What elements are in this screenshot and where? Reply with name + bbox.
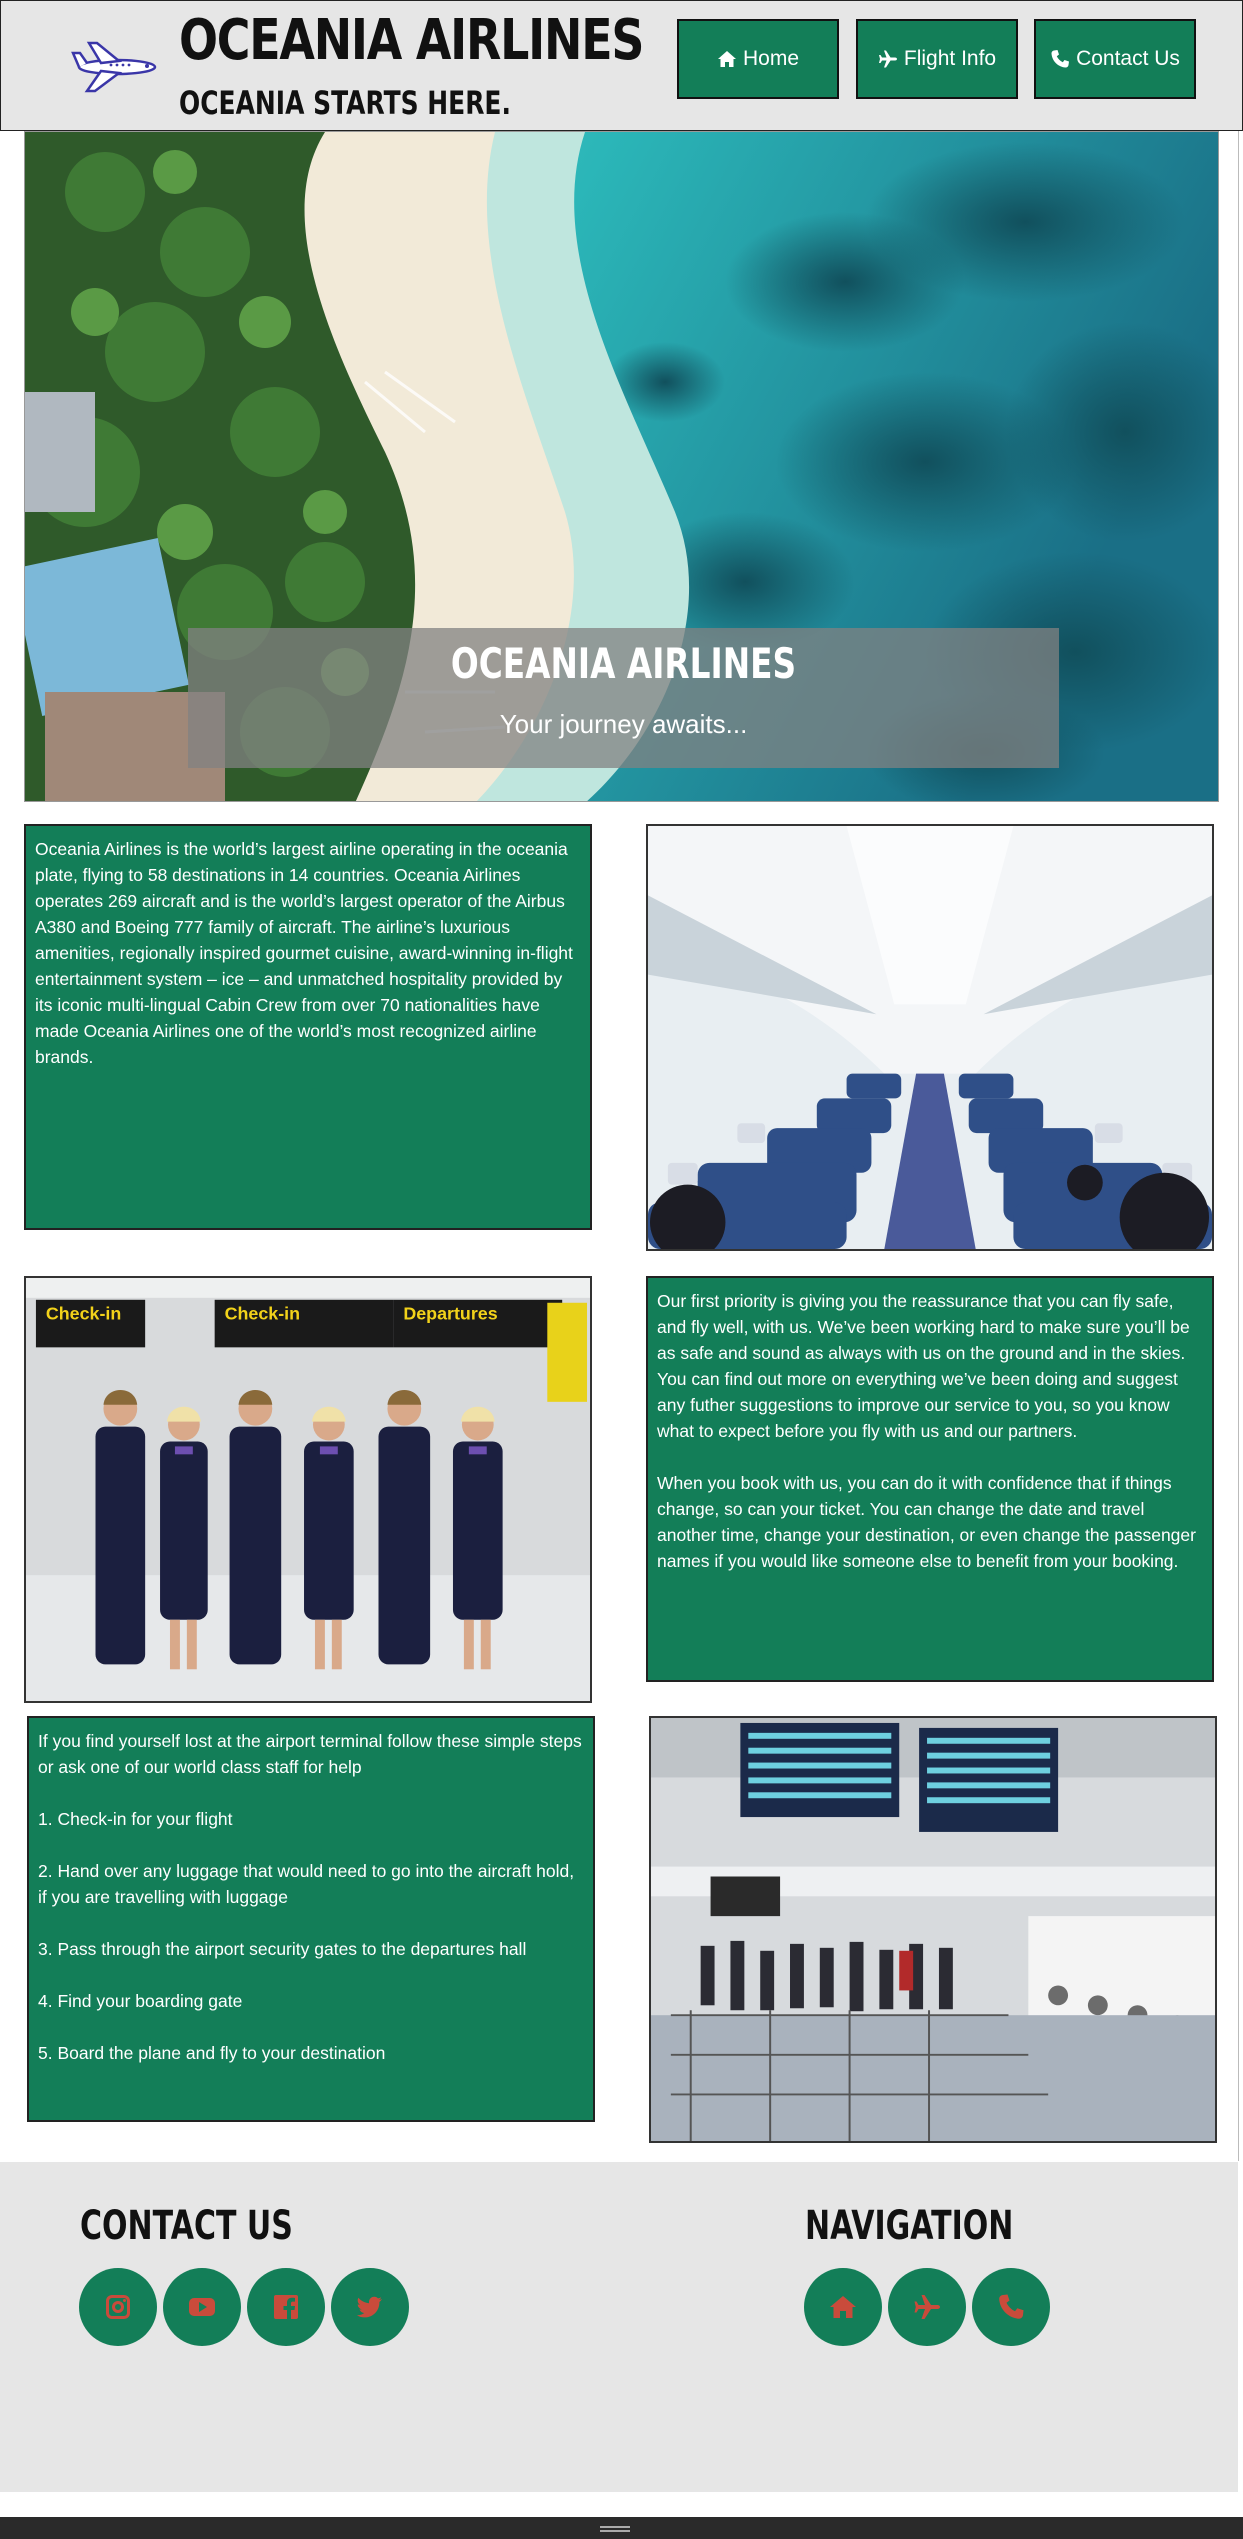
page-divider [1238, 131, 1239, 2161]
hero-subtitle: Your journey awaits... [499, 709, 748, 739]
home-icon [830, 2296, 856, 2318]
home-icon [717, 51, 736, 67]
about-text-box: Oceania Airlines is the world’s largest … [24, 824, 592, 1230]
step-item: 1. Check-in for your flight [38, 1809, 233, 1829]
instagram-icon [106, 2295, 130, 2319]
aircraft-cabin-photo [646, 824, 1214, 1251]
step-item: 5. Board the plane and fly to your desti… [38, 2043, 386, 2063]
site-title: OCEANIA AIRLINES [179, 8, 644, 73]
window-bottom-bar [0, 2517, 1243, 2539]
plane-icon [914, 2295, 940, 2319]
nav-contact-label: Contact Us [1076, 47, 1180, 70]
facebook-link[interactable] [247, 2268, 325, 2346]
resize-grip-icon[interactable] [600, 2526, 630, 2532]
plane-icon [878, 50, 897, 68]
site-tagline: OCEANIA STARTS HERE. [179, 84, 511, 122]
nav-home-label: Home [742, 47, 800, 70]
nav-contact-button[interactable]: Contact Us [1034, 19, 1196, 99]
youtube-link[interactable] [163, 2268, 241, 2346]
crew-sign-3: Departures [403, 1304, 497, 1324]
site-header: OCEANIA AIRLINES OCEANIA STARTS HERE. Ho… [0, 0, 1243, 131]
steps-intro: If you find yourself lost at the airport… [38, 1731, 582, 1777]
hero-caption: OCEANIA AIRLINES Your journey awaits... [188, 628, 1059, 768]
youtube-icon [189, 2298, 215, 2316]
site-footer: CONTACT US NAVIGATION [0, 2162, 1238, 2492]
crew-sign-1: Check-in [46, 1304, 121, 1324]
navigation-heading: NAVIGATION [805, 2203, 1014, 2249]
twitter-icon [356, 2296, 382, 2318]
safety-paragraph-2: When you book with us, you can do it wit… [657, 1473, 1196, 1571]
phone-icon [999, 2294, 1024, 2319]
steps-text-box: If you find yourself lost at the airport… [27, 1716, 595, 2122]
cabin-crew-photo: Check-in Check-in Departures [24, 1276, 592, 1703]
nav-home-button[interactable]: Home [677, 19, 839, 99]
hero-banner: OCEANIA AIRLINES Your journey awaits... [24, 131, 1219, 802]
airplane-logo-icon[interactable] [71, 41, 163, 93]
nav-flight-info-label: Flight Info [903, 47, 997, 70]
airport-terminal-photo [649, 1716, 1217, 2143]
twitter-link[interactable] [331, 2268, 409, 2346]
footer-flight-info-link[interactable] [888, 2268, 966, 2346]
footer-contact-link[interactable] [972, 2268, 1050, 2346]
step-item: 4. Find your boarding gate [38, 1991, 243, 2011]
step-item: 2. Hand over any luggage that would need… [38, 1861, 575, 1907]
contact-heading: CONTACT US [80, 2203, 293, 2249]
step-item: 3. Pass through the airport security gat… [38, 1939, 527, 1959]
safety-paragraph-1: Our first priority is giving you the rea… [657, 1291, 1190, 1441]
crew-sign-2: Check-in [225, 1304, 300, 1324]
phone-icon [1051, 50, 1070, 68]
facebook-icon [274, 2295, 298, 2319]
hero-title: OCEANIA AIRLINES [450, 639, 797, 688]
footer-home-link[interactable] [804, 2268, 882, 2346]
about-paragraph: Oceania Airlines is the world’s largest … [35, 839, 573, 1067]
safety-text-box: Our first priority is giving you the rea… [646, 1276, 1214, 1682]
nav-flight-info-button[interactable]: Flight Info [856, 19, 1018, 99]
instagram-link[interactable] [79, 2268, 157, 2346]
